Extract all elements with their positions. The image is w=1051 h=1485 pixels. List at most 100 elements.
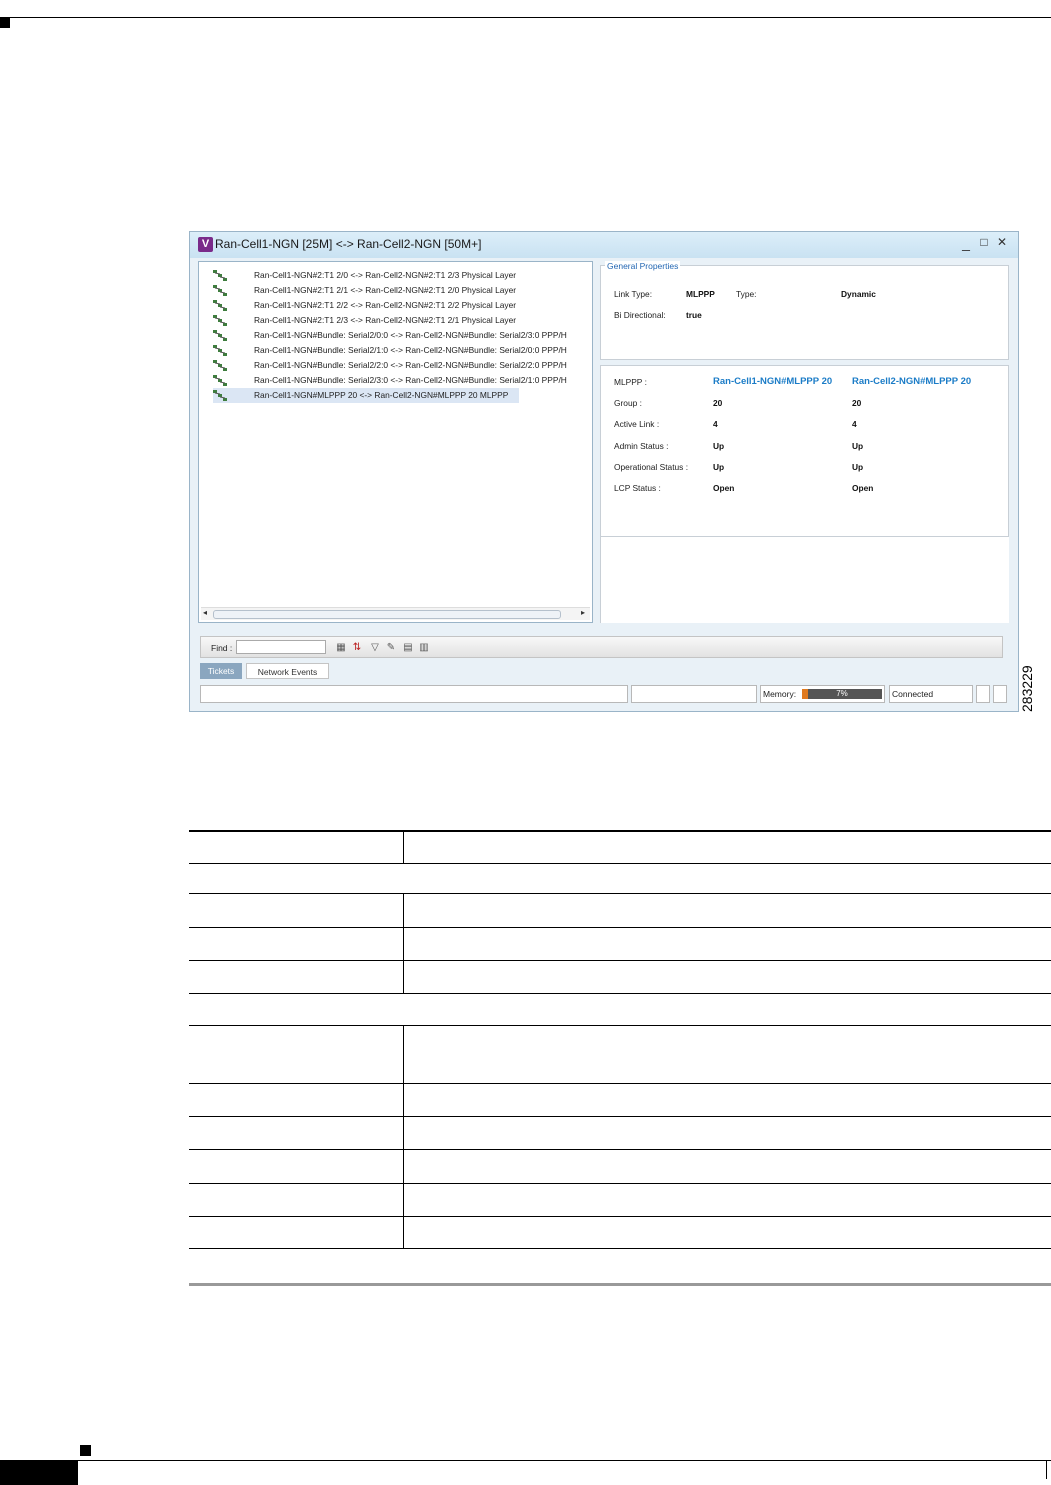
mlppp-label: MLPPP : [614, 377, 647, 387]
table-row-rule [189, 993, 1051, 994]
link-type-value: MLPPP [686, 289, 715, 299]
tree-item[interactable]: Ran-Cell1-NGN#Bundle: Serial2/1:0 <-> Ra… [213, 343, 592, 358]
footer-tick [1046, 1461, 1047, 1479]
endpoint-b-link[interactable]: Ran-Cell2-NGN#MLPPP 20 [852, 376, 971, 387]
mlppp-row-label: Active Link : [614, 419, 660, 430]
find-input[interactable] [236, 640, 326, 654]
find-label: Find : [211, 643, 233, 653]
table-row-rule [189, 1083, 1051, 1084]
tree-item[interactable]: Ran-Cell1-NGN#2:T1 2/0 <-> Ran-Cell2-NGN… [213, 268, 592, 283]
mlppp-row-value-b: Up [852, 461, 864, 472]
mlppp-row-value-b: 20 [852, 398, 862, 408]
bi-directional-value: true [686, 310, 702, 320]
footer-marker [80, 1445, 91, 1456]
sort-icon[interactable]: ⇅ [351, 642, 363, 653]
close-button[interactable]: ✕ [994, 235, 1010, 249]
link-icon [213, 315, 227, 326]
scroll-thumb[interactable] [213, 610, 561, 619]
tree-item-label: Ran-Cell1-NGN#2:T1 2/0 <-> Ran-Cell2-NGN… [254, 270, 517, 280]
export-icon[interactable]: ▤ [402, 642, 414, 653]
endpoint-a-link[interactable]: Ran-Cell1-NGN#MLPPP 20 [713, 376, 832, 387]
table-row-rule [189, 893, 1051, 894]
table-top-rule [189, 830, 1051, 832]
tree-item-label: Ran-Cell1-NGN#2:T1 2/3 <-> Ran-Cell2-NGN… [254, 315, 517, 325]
link-icon [213, 270, 227, 281]
filter-icon[interactable]: ▽ [369, 642, 381, 653]
mlppp-row-value-b: Open [852, 483, 874, 494]
column-divider [403, 831, 404, 863]
tree-item[interactable]: Ran-Cell1-NGN#2:T1 2/1 <-> Ran-Cell2-NGN… [213, 283, 592, 298]
tree-item[interactable]: Ran-Cell1-NGN#2:T1 2/3 <-> Ran-Cell2-NGN… [213, 313, 592, 328]
tab-network-events[interactable]: Network Events [246, 663, 329, 679]
mlppp-row-value-a: Up [713, 440, 725, 451]
mlppp-row-value-a: Up [713, 461, 725, 472]
status-field [631, 685, 757, 703]
scroll-left-icon[interactable]: ◂ [203, 608, 207, 617]
general-properties-panel: General Properties Link Type: MLPPP Type… [600, 261, 1009, 360]
horizontal-scrollbar[interactable]: ◂ ▸ [201, 607, 590, 620]
tree-item-label: Ran-Cell1-NGN#2:T1 2/2 <-> Ran-Cell2-NGN… [254, 300, 517, 310]
table-row-rule [189, 1149, 1051, 1150]
link-type-label: Link Type: [614, 289, 653, 299]
table-row-rule [189, 1248, 1051, 1249]
link-icon [213, 375, 227, 386]
table-row-rule [189, 927, 1051, 928]
tree-item[interactable]: Ran-Cell1-NGN#2:T1 2/2 <-> Ran-Cell2-NGN… [213, 298, 592, 313]
tree-item[interactable]: Ran-Cell1-NGN#Bundle: Serial2/0:0 <-> Ra… [213, 328, 592, 343]
header-rule [0, 17, 1051, 18]
mlppp-row-value-b: Up [852, 440, 864, 451]
memory-percent: 7% [836, 689, 848, 698]
mlppp-properties-panel: MLPPP : Ran-Cell1-NGN#MLPPP 20 Ran-Cell2… [600, 365, 1009, 537]
type-label: Type: [736, 289, 757, 299]
status-message [200, 685, 628, 703]
link-tree: Ran-Cell1-NGN#2:T1 2/0 <-> Ran-Cell2-NGN… [198, 261, 593, 623]
mlppp-row-label: Operational Status : [614, 461, 689, 472]
app-logo-icon: V [198, 237, 213, 252]
window-title: Ran-Cell1-NGN [25M] <-> Ran-Cell2-NGN [5… [215, 237, 482, 251]
clear-filter-icon[interactable]: ✎ [385, 642, 397, 653]
table-row-rule [189, 960, 1051, 961]
table-row-rule [189, 1025, 1051, 1026]
tree-item-label: Ran-Cell1-NGN#Bundle: Serial2/2:0 <-> Ra… [254, 360, 567, 370]
tree-item-label: Ran-Cell1-NGN#Bundle: Serial2/1:0 <-> Ra… [254, 345, 567, 355]
title-bar[interactable]: V Ran-Cell1-NGN [25M] <-> Ran-Cell2-NGN … [190, 232, 1018, 258]
table-header-rule [189, 863, 1051, 864]
tree-item-label: Ran-Cell1-NGN#Bundle: Serial2/3:0 <-> Ra… [254, 375, 567, 385]
tree-item[interactable]: Ran-Cell1-NGN#Bundle: Serial2/3:0 <-> Ra… [213, 373, 592, 388]
memory-label: Memory: [763, 689, 797, 699]
empty-detail-panel [600, 537, 1009, 623]
column-divider [403, 1025, 404, 1248]
table-row-rule [189, 1116, 1051, 1117]
type-value: Dynamic [841, 289, 876, 299]
link-icon [213, 300, 227, 311]
column-divider [403, 893, 404, 993]
footer-rule [0, 1460, 1051, 1461]
bi-directional-label: Bi Directional: [614, 310, 666, 320]
connection-status: Connected [889, 685, 973, 703]
link-properties-window: V Ran-Cell1-NGN [25M] <-> Ran-Cell2-NGN … [189, 231, 1019, 712]
tab-tickets[interactable]: Tickets [200, 663, 242, 679]
link-icon [213, 285, 227, 296]
general-properties-legend: General Properties [605, 261, 681, 271]
mlppp-row-value-b: 4 [852, 419, 857, 430]
mlppp-row-value-a: 20 [713, 398, 723, 408]
table-row-rule [189, 1216, 1051, 1217]
mlppp-row-label: Group : [614, 398, 642, 408]
tree-item[interactable]: Ran-Cell1-NGN#MLPPP 20 <-> Ran-Cell2-NGN… [213, 388, 519, 403]
maximize-button[interactable]: □ [976, 235, 992, 249]
minimize-button[interactable]: _ [958, 235, 974, 251]
scroll-right-icon[interactable]: ▸ [581, 608, 585, 617]
header-marker [0, 18, 10, 28]
link-icon [213, 360, 227, 371]
filter-table-icon[interactable]: ▦ [335, 642, 347, 653]
link-icon [213, 345, 227, 356]
figure-id: 283229 [1019, 665, 1035, 712]
memory-bar: 7% [802, 689, 882, 699]
status-cell-b [993, 685, 1007, 703]
mlppp-row-value-a: 4 [713, 419, 718, 430]
status-cell-a [976, 685, 990, 703]
tree-item[interactable]: Ran-Cell1-NGN#Bundle: Serial2/2:0 <-> Ra… [213, 358, 592, 373]
find-toolbar: Find : ▦ ⇅ ▽ ✎ ▤ ▥ [200, 636, 1003, 658]
columns-icon[interactable]: ▥ [418, 642, 430, 653]
tree-item-label: Ran-Cell1-NGN#MLPPP 20 <-> Ran-Cell2-NGN… [254, 390, 509, 400]
